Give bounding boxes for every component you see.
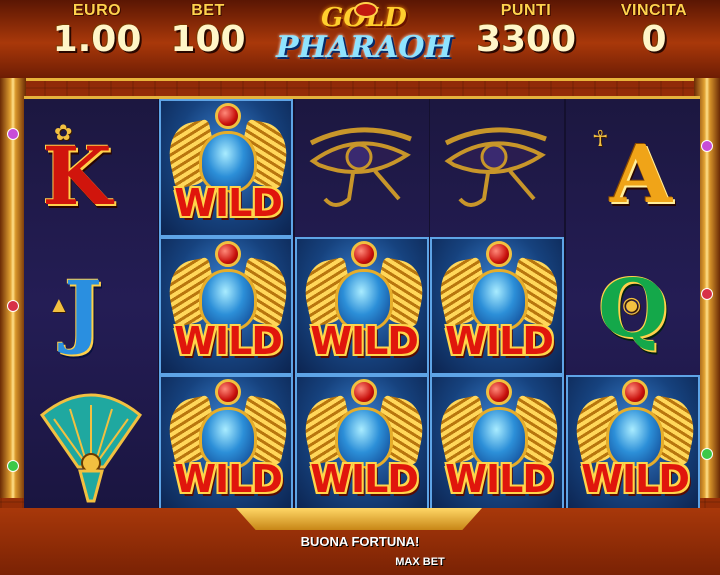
symbol-eye-of-horus — [430, 99, 564, 237]
wild-label: WILD — [174, 457, 283, 501]
wild-label: WILD — [174, 319, 283, 363]
symbol-wild: WILD — [295, 237, 429, 375]
vincita-value: 0 — [641, 19, 667, 60]
max-bet-button[interactable]: MAX BET — [380, 556, 460, 568]
vincita-display: VINCITA 0 — [612, 2, 696, 60]
bet-value: 100 — [170, 19, 246, 60]
game-logo: GOLD PHARAOH — [276, 2, 453, 72]
euro-value: 1.00 — [52, 19, 142, 60]
eye-of-horus-icon — [309, 127, 412, 207]
bet-display: BET 100 — [168, 2, 248, 60]
game-screen: EURO 1.00 BET 100 GOLD PHARAOH PUNTI 330… — [0, 0, 720, 575]
payline-gem-icon[interactable] — [7, 460, 19, 472]
symbol-wild: WILD — [159, 237, 293, 375]
symbol-wild: WILD — [159, 375, 293, 513]
wild-label: WILD — [174, 181, 283, 225]
punti-label: PUNTI — [500, 2, 552, 19]
wild-label: WILD — [310, 457, 419, 501]
symbol-a: ☥ A — [566, 99, 700, 237]
wild-label: WILD — [445, 457, 554, 501]
symbol-q: Q ◉ — [566, 237, 700, 375]
symbol-wild: WILD — [566, 375, 700, 513]
symbol-j-letter: J — [64, 263, 102, 357]
vincita-label: VINCITA — [620, 2, 688, 19]
symbol-a-letter: A — [609, 127, 673, 221]
status-message: BUONA FORTUNA! — [300, 534, 420, 549]
eye-icon: ◉ — [622, 292, 642, 317]
symbol-lotus — [24, 375, 158, 513]
reel-area: ✿ K ▲ J WILD WILD WILD WILD WILD WILD WI… — [24, 96, 700, 514]
symbol-wild: WILD — [159, 99, 293, 237]
lotus-fan-icon — [39, 393, 143, 503]
logo-scarab-icon — [354, 2, 378, 18]
wild-label: WILD — [581, 457, 690, 501]
symbol-k-letter: K — [42, 129, 112, 223]
payline-gem-icon[interactable] — [701, 448, 713, 460]
wild-label: WILD — [310, 319, 419, 363]
symbol-wild: WILD — [430, 375, 564, 513]
punti-display: PUNTI 3300 — [470, 2, 582, 60]
wild-label: WILD — [445, 319, 554, 363]
euro-label: EURO — [72, 2, 122, 19]
payline-gem-icon[interactable] — [701, 288, 713, 300]
eye-of-horus-icon — [444, 127, 547, 207]
logo-line-pharaoh: PHARAOH — [276, 30, 453, 65]
bottom-ornament — [236, 508, 482, 530]
bet-label: BET — [191, 2, 225, 19]
symbol-wild: WILD — [295, 375, 429, 513]
symbol-k: ✿ K — [24, 99, 158, 237]
euro-display: EURO 1.00 — [52, 2, 142, 60]
symbol-eye-of-horus — [295, 99, 429, 237]
top-hud: EURO 1.00 BET 100 GOLD PHARAOH PUNTI 330… — [0, 0, 720, 81]
symbol-j: ▲ J — [24, 237, 158, 375]
punti-value: 3300 — [475, 19, 577, 60]
symbol-wild: WILD — [430, 237, 564, 375]
